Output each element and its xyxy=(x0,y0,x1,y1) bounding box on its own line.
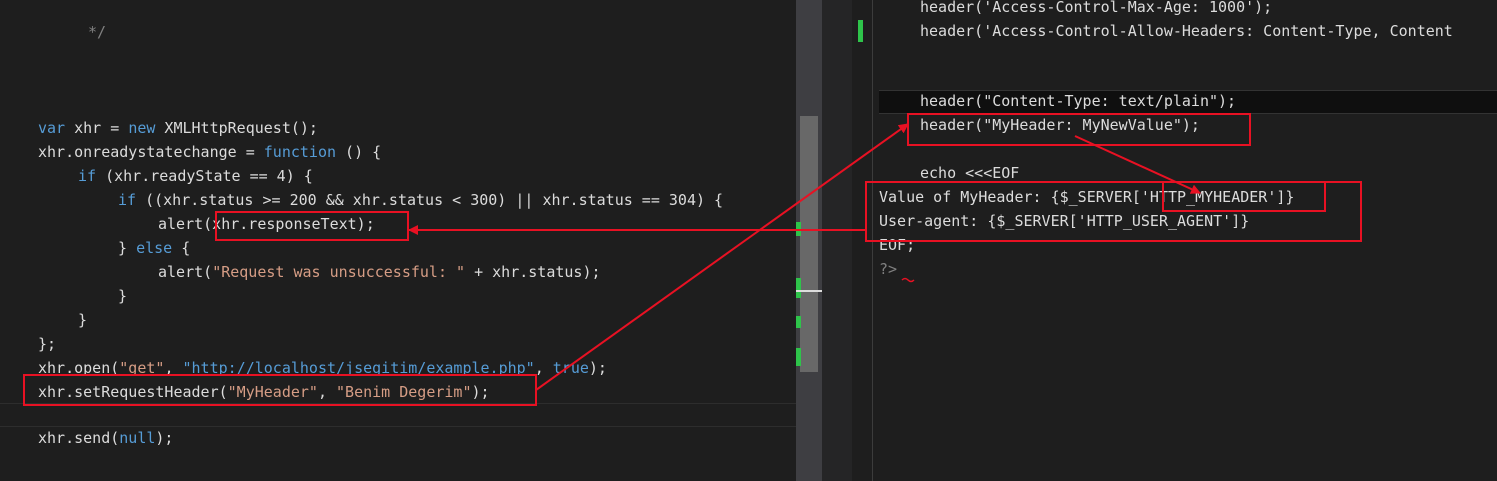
right-editor-gutter xyxy=(852,0,872,481)
php-line-7: User-agent: {$_SERVER['HTTP_USER_AGENT']… xyxy=(879,212,1250,230)
code-line-1: var xhr = new XMLHttpRequest(); xyxy=(38,119,318,137)
change-marker xyxy=(796,278,801,298)
change-marker xyxy=(796,316,801,328)
php-line-2: header('Access-Control-Allow-Headers: Co… xyxy=(920,22,1453,40)
code-line-3: if (xhr.readyState == 4) { xyxy=(78,167,313,185)
php-line-4: header("MyHeader: MyNewValue"); xyxy=(920,116,1200,134)
code-line-7: alert("Request was unsuccessful: " + xhr… xyxy=(158,263,601,281)
code-line-10: }; xyxy=(38,335,57,353)
code-line-2: xhr.onreadystatechange = function () { xyxy=(38,143,382,161)
right-code-editor[interactable]: header('Access-Control-Max-Age: 1000'); … xyxy=(872,0,1497,481)
php-line-8: EOF; xyxy=(879,236,916,254)
php-line-6: Value of MyHeader: {$_SERVER['HTTP_MYHEA… xyxy=(879,188,1295,206)
change-marker xyxy=(796,348,801,366)
caret-position-marker xyxy=(796,290,822,292)
code-line-4: if ((xhr.status >= 200 && xhr.status < 3… xyxy=(118,191,724,209)
comment-close: */ xyxy=(88,23,107,41)
current-line-highlight xyxy=(0,403,796,427)
change-marker xyxy=(858,20,863,42)
php-line-5: echo <<<EOF xyxy=(920,164,1020,182)
code-line-6: } else { xyxy=(118,239,191,257)
php-line-1: header('Access-Control-Max-Age: 1000'); xyxy=(920,0,1273,16)
code-line-8: } xyxy=(118,287,128,305)
code-line-12: xhr.setRequestHeader("MyHeader", "Benim … xyxy=(38,383,490,401)
php-line-3: header("Content-Type: text/plain"); xyxy=(920,92,1237,110)
scrollbar-thumb[interactable] xyxy=(800,116,818,372)
code-line-9: } xyxy=(78,311,88,329)
vertical-scrollbar[interactable] xyxy=(796,0,822,481)
code-line-13: xhr.send(null); xyxy=(38,429,174,447)
code-line-5: alert(xhr.responseText); xyxy=(158,215,375,233)
php-line-9: ?> xyxy=(879,260,898,278)
editor-split-divider[interactable] xyxy=(822,0,852,481)
change-marker xyxy=(796,222,801,236)
code-line-11: xhr.open("get", "http://localhost/jsegit… xyxy=(38,359,607,377)
left-code-editor[interactable]: */ var xhr = new XMLHttpRequest(); xhr.o… xyxy=(0,0,796,481)
url-link[interactable]: "http://localhost/jsegitim/example.php" xyxy=(183,359,535,377)
